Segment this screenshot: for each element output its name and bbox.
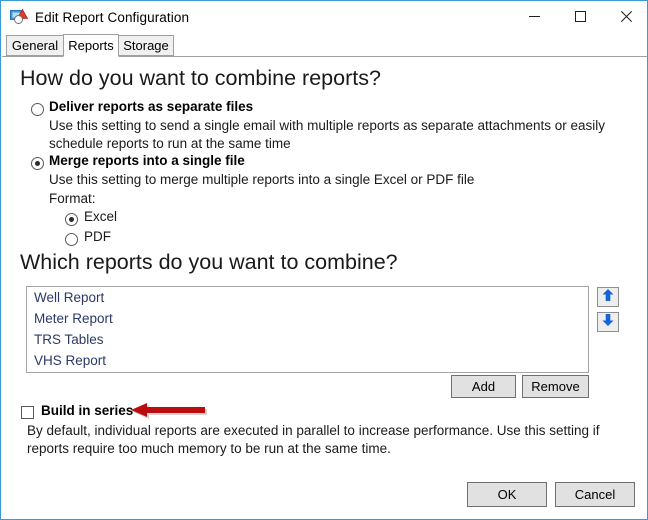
title-bar: Edit Report Configuration <box>1 1 647 33</box>
tab-general-label: General <box>11 38 59 53</box>
list-item[interactable]: Meter Report <box>27 308 588 329</box>
radio-format-excel-label: Excel <box>84 209 118 224</box>
move-up-button[interactable] <box>597 287 619 307</box>
reports-listbox[interactable]: Well Report Meter Report TRS Tables VHS … <box>26 286 589 373</box>
remove-button[interactable]: Remove <box>522 375 589 398</box>
radio-deliver-separate-files-label: Deliver reports as separate files <box>49 99 254 114</box>
window-title: Edit Report Configuration <box>35 9 190 25</box>
move-down-button[interactable] <box>597 312 619 332</box>
list-item[interactable]: VHS Report <box>27 350 588 371</box>
minimize-icon[interactable] <box>511 1 557 32</box>
tab-strip: General Reports Storage <box>2 34 647 57</box>
ok-button[interactable]: OK <box>467 482 547 507</box>
ok-button-label: OK <box>497 487 517 502</box>
radio-merge-single-file-label: Merge reports into a single file <box>49 153 245 168</box>
combine-reports-heading: How do you want to combine reports? <box>20 66 381 90</box>
tab-general[interactable]: General <box>6 35 64 56</box>
radio-deliver-separate-files-description: Use this setting to send a single email … <box>49 118 606 151</box>
cancel-button-label: Cancel <box>574 487 616 502</box>
format-label: Format: <box>49 191 96 206</box>
window-controls <box>511 1 647 32</box>
tab-storage[interactable]: Storage <box>118 35 174 56</box>
build-in-series-description: By default, individual reports are execu… <box>27 423 600 456</box>
radio-format-pdf-label: PDF <box>84 229 111 244</box>
radio-deliver-separate-files[interactable] <box>31 103 44 116</box>
report-config-icon <box>10 8 29 26</box>
radio-format-pdf[interactable] <box>65 233 78 246</box>
close-icon[interactable] <box>603 1 647 32</box>
dialog-content: How do you want to combine reports? Deli… <box>1 58 647 519</box>
which-reports-heading: Which reports do you want to combine? <box>20 250 398 274</box>
cancel-button[interactable]: Cancel <box>555 482 635 507</box>
up-arrow-icon <box>601 288 615 307</box>
tab-storage-label: Storage <box>123 38 169 53</box>
add-button[interactable]: Add <box>451 375 516 398</box>
tab-reports[interactable]: Reports <box>63 34 119 57</box>
red-callout-arrow <box>129 401 207 421</box>
radio-format-excel[interactable] <box>65 213 78 226</box>
radio-merge-single-file[interactable] <box>31 157 44 170</box>
remove-button-label: Remove <box>531 379 580 394</box>
tab-reports-label: Reports <box>68 38 114 53</box>
radio-merge-single-file-description: Use this setting to merge multiple repor… <box>49 172 475 187</box>
add-button-label: Add <box>471 379 496 394</box>
edit-report-configuration-dialog: Edit Report Configuration General Report… <box>0 0 648 520</box>
maximize-icon[interactable] <box>557 1 603 32</box>
down-arrow-icon <box>601 313 615 332</box>
build-in-series-label: Build in series <box>41 403 134 418</box>
list-item[interactable]: Well Report <box>27 287 588 308</box>
build-in-series-checkbox[interactable] <box>21 406 34 419</box>
list-item[interactable]: TRS Tables <box>27 329 588 350</box>
